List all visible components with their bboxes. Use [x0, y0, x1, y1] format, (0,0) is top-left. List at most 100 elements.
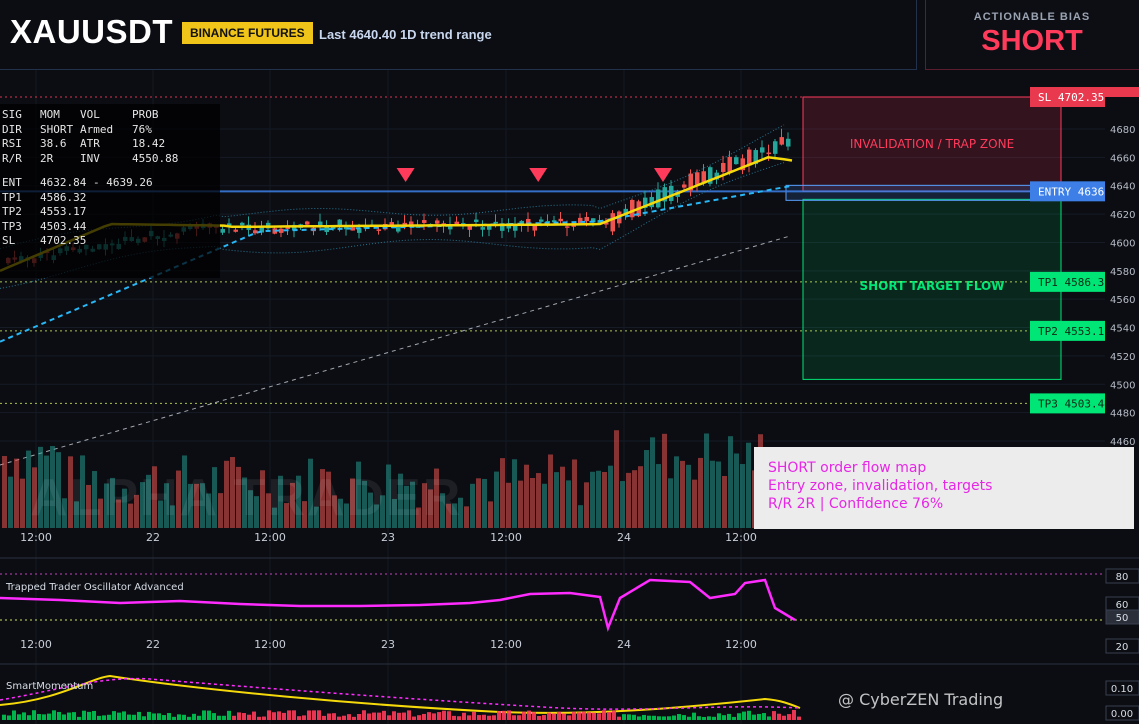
momentum-histogram-bar: [467, 715, 471, 720]
candle-body: [773, 141, 778, 154]
time-axis-label: 12:00: [20, 531, 52, 544]
candle-body: [779, 137, 784, 145]
momentum-histogram-bar: [142, 716, 146, 720]
bias-label: ACTIONABLE BIAS: [973, 11, 1091, 23]
momentum-histogram-bar: [82, 710, 86, 720]
momentum-histogram-bar: [107, 714, 111, 720]
level-row: SL 4702.35: [2, 234, 220, 249]
momentum-histogram-bar: [317, 710, 321, 720]
momentum-histogram-bar: [227, 710, 231, 720]
momentum-histogram-bar: [402, 712, 406, 720]
volume-bar: [470, 483, 475, 528]
candle-body: [305, 221, 310, 225]
momentum-histogram-bar: [522, 711, 526, 720]
momentum-histogram-bar: [217, 715, 221, 720]
momentum-histogram-bar: [647, 715, 651, 720]
momentum-histogram-bar: [137, 711, 141, 720]
volume-bar: [680, 460, 685, 528]
level-tag-label: TP3 4503.44: [1038, 397, 1111, 410]
momentum-histogram-bar: [297, 716, 301, 720]
stats-cell: RSI: [2, 137, 22, 150]
stats-cell: SHORT: [40, 122, 74, 136]
note-box: SHORT order flow map Entry zone, invalid…: [754, 447, 1134, 529]
volume-bar: [686, 464, 691, 528]
level-name: TP1: [2, 190, 22, 204]
momentum-histogram-bar: [577, 712, 581, 720]
volume-bar: [602, 471, 607, 528]
stats-cell: INV: [80, 151, 100, 165]
momentum-histogram-bar: [252, 711, 256, 720]
momentum-histogram-bar: [667, 716, 671, 720]
candle-body: [695, 172, 700, 185]
momentum-histogram-bar: [347, 714, 351, 720]
author-watermark: @ CyberZEN Trading: [838, 690, 1004, 709]
momentum-histogram-bar: [507, 710, 511, 720]
momentum-histogram-bar: [167, 713, 171, 720]
time-axis-label: 12:00: [725, 638, 757, 651]
momentum-histogram-bar: [27, 715, 31, 720]
level-row: TP1 4586.32: [2, 191, 220, 206]
momentum-histogram-bar: [242, 713, 246, 720]
stats-cell: ATR: [80, 137, 100, 150]
volume-bar: [488, 501, 493, 528]
volume-bar: [650, 437, 655, 528]
momentum-histogram-bar: [377, 712, 381, 720]
momentum-histogram-bar: [597, 713, 601, 720]
momentum-histogram-bar: [777, 713, 781, 720]
momentum-histogram-bar: [632, 714, 636, 720]
momentum-histogram-bar: [202, 710, 206, 720]
background-watermark: ALPHA TRADER: [30, 469, 463, 527]
momentum-histogram-bar: [262, 716, 266, 720]
stats-panel: SIG MOM VOL PROB DIR SHORT Armed 76% RSI 38.6 AT…: [0, 104, 220, 278]
candle-body: [734, 157, 739, 165]
momentum-histogram-bar: [637, 716, 641, 720]
price-axis-tick: 4680: [1110, 125, 1135, 136]
stats-row: RSI 38.6 ATR 18.42: [2, 137, 220, 152]
volume-bar: [8, 476, 13, 528]
momentum-histogram-bar: [652, 715, 656, 720]
momentum-histogram-bar: [132, 714, 136, 720]
volume-bar: [698, 457, 703, 528]
candle-body: [760, 147, 765, 153]
volume-bar: [746, 442, 751, 528]
momentum-histogram-bar: [162, 715, 166, 720]
momentum-histogram-bar: [172, 716, 176, 720]
volume-bar: [632, 470, 637, 528]
momentum-histogram-bar: [57, 711, 61, 720]
momentum-histogram-bar: [677, 714, 681, 720]
momentum-histogram-bar: [692, 712, 696, 720]
volume-bar: [614, 430, 619, 528]
momentum-histogram-bar: [197, 715, 201, 720]
stats-header-row: SIG MOM VOL PROB: [2, 108, 220, 123]
level-name: TP3: [2, 219, 22, 233]
momentum-histogram-bar: [607, 711, 611, 720]
stats-header-cell: PROB: [132, 108, 159, 121]
momentum-histogram-bar: [7, 715, 11, 720]
candle-body: [584, 216, 589, 222]
volume-bar: [644, 450, 649, 528]
momentum-histogram-bar: [787, 714, 791, 720]
momentum-histogram-bar: [442, 710, 446, 720]
momentum-histogram-bar: [122, 711, 126, 720]
momentum-histogram-bar: [732, 716, 736, 720]
momentum-histogram-bar: [272, 712, 276, 720]
price-axis-tick: 4600: [1110, 238, 1135, 249]
stats-cell: 76%: [132, 122, 152, 136]
volume-bar: [464, 506, 469, 528]
momentum-histogram-bar: [457, 716, 461, 720]
stats-cell: Armed: [80, 122, 114, 136]
momentum-histogram-bar: [587, 712, 591, 720]
momentum-histogram-bar: [797, 716, 801, 720]
momentum-histogram-bar: [77, 716, 81, 720]
momentum-histogram-bar: [17, 714, 21, 720]
last-price-info: Last 4640.40 1D trend range: [319, 27, 492, 42]
volume-bar: [584, 482, 589, 528]
momentum-histogram-bar: [147, 711, 151, 720]
momentum-histogram-bar: [387, 715, 391, 720]
volume-bar: [506, 482, 511, 528]
level-value: 4702.35: [40, 234, 87, 247]
candle-body: [532, 225, 537, 231]
level-tag-label: TP1 4586.32: [1038, 276, 1111, 289]
momentum-histogram-bar: [547, 712, 551, 720]
stats-row: R/R 2R INV 4550.88: [2, 152, 220, 167]
